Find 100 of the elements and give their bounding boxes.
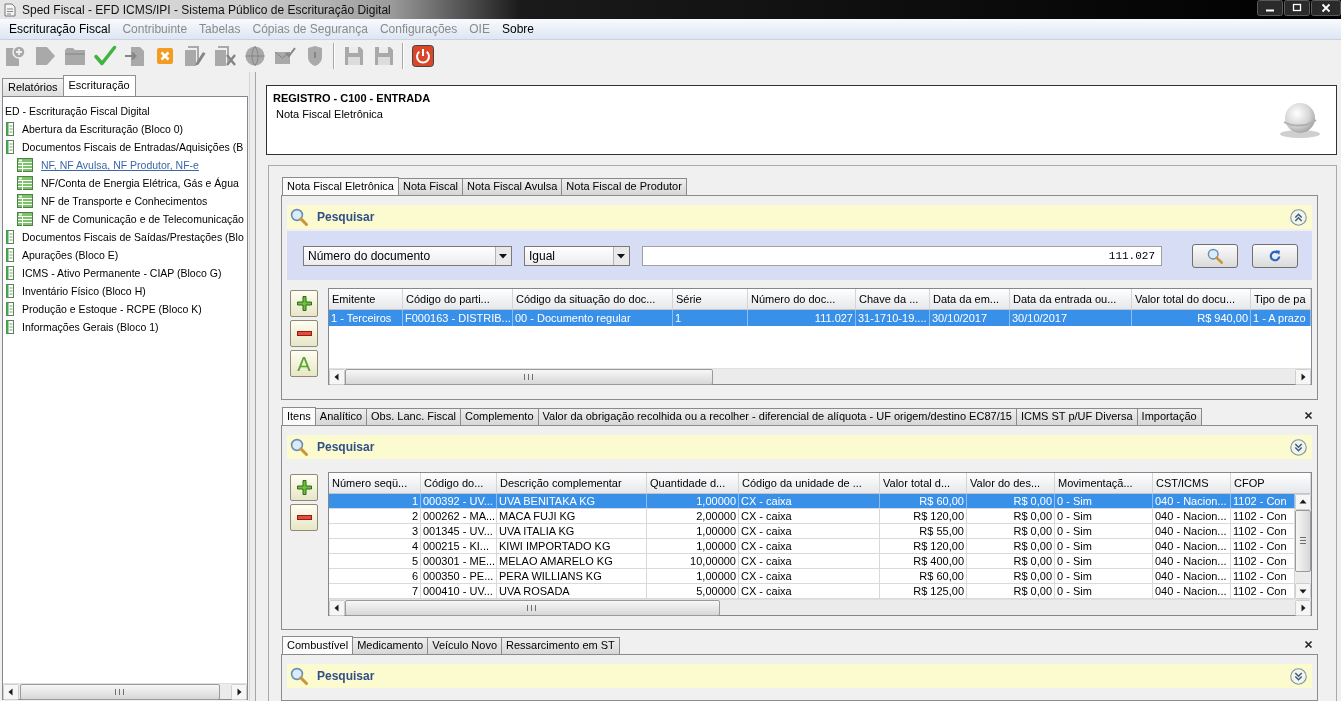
notebook-icon xyxy=(6,302,14,316)
field-dropdown[interactable]: Número do documento xyxy=(303,245,512,266)
search-button[interactable] xyxy=(1192,243,1238,268)
tree-item[interactable]: ICMS - Ativo Permanente - CIAP (Bloco G) xyxy=(6,266,222,280)
tree-item[interactable]: NF de Comunicação e de Telecomunicação xyxy=(17,212,244,226)
tree-item[interactable]: Apurações (Bloco E) xyxy=(6,248,119,262)
column-header[interactable]: Descrição complementar xyxy=(497,473,647,494)
search-field[interactable]: 111.027 xyxy=(642,245,1162,266)
window-title: Sped Fiscal - EFD ICMS/IPI - Sistema Público de Escrituração Digital xyxy=(22,2,391,17)
close-icon[interactable] xyxy=(1304,639,1313,649)
table-cell: CX - caixa xyxy=(739,539,880,553)
scroll-thumb[interactable] xyxy=(345,600,720,616)
tree-item[interactable]: Documentos Fiscais de Entradas/Aquisições (B xyxy=(6,140,244,154)
table-cell: 001345 - UV... xyxy=(421,524,497,538)
column-header[interactable]: Data da entrada ou... xyxy=(1010,289,1132,310)
table-row[interactable]: 6 000350 - PE... PERA WILLIANS KG 1,00000 CX - caixa R$ 60,00 R$ 0,00 0 - Sim 040 - Nacion... 1102 - Con xyxy=(329,569,1295,584)
maximize-icon[interactable] xyxy=(1284,0,1310,16)
tab[interactable]: Itens xyxy=(282,407,316,425)
tab[interactable]: Obs. Lanc. Fiscal xyxy=(366,408,462,425)
close-icon[interactable] xyxy=(1311,0,1341,16)
column-header[interactable]: CFOP xyxy=(1231,473,1311,494)
vertical-scrollbar[interactable] xyxy=(1295,494,1311,599)
horizontal-scrollbar[interactable] xyxy=(3,683,247,699)
table-cell: MELAO AMARELO KG xyxy=(497,554,647,568)
column-header[interactable]: Tipo de pa xyxy=(1251,289,1311,310)
tab[interactable]: Nota Fiscal de Produtor xyxy=(561,178,687,195)
tree-item[interactable]: ED - Escrituração Fiscal Digital xyxy=(5,105,150,117)
tab[interactable]: Medicamento xyxy=(352,637,429,654)
table-cell: 000301 - ME... xyxy=(421,554,497,568)
double-chevron-up-icon[interactable] xyxy=(1290,208,1307,226)
column-header[interactable]: CST/ICMS xyxy=(1153,473,1231,494)
tab[interactable]: Relatórios xyxy=(2,78,64,96)
tab[interactable]: Analítico xyxy=(314,408,368,425)
checkmark-icon[interactable] xyxy=(93,44,117,68)
table-cell: 1,00000 xyxy=(647,524,739,538)
column-header[interactable]: Valor do des... xyxy=(967,473,1055,494)
double-chevron-down-icon[interactable] xyxy=(1290,667,1307,685)
column-header[interactable]: Código do... xyxy=(421,473,497,494)
refresh-button[interactable] xyxy=(1252,243,1298,268)
tab[interactable]: Importação xyxy=(1136,408,1202,425)
table-row[interactable]: 2 000262 - MA... MACA FUJI KG 2,00000 CX - caixa R$ 120,00 R$ 0,00 0 - Sim 040 - Nacion... 1102 - Con xyxy=(329,509,1295,524)
column-header[interactable]: Série xyxy=(673,289,748,310)
scroll-thumb[interactable] xyxy=(20,684,220,700)
close-icon[interactable] xyxy=(1304,410,1313,420)
tab[interactable]: Nota Fiscal Avulsa xyxy=(462,178,563,195)
tab[interactable]: Veículo Novo xyxy=(427,637,502,654)
column-header[interactable]: Código da unidade de ... xyxy=(739,473,880,494)
column-header[interactable]: Código do parti... xyxy=(403,289,513,310)
minimize-icon[interactable] xyxy=(1257,0,1283,16)
tree-item[interactable]: Abertura da Escrituração (Bloco 0) xyxy=(6,122,184,136)
tab[interactable]: Ressarcimento em ST xyxy=(501,637,620,654)
double-chevron-down-icon[interactable] xyxy=(1290,438,1307,456)
column-header[interactable]: Número seqü... xyxy=(329,473,421,494)
tree-item[interactable]: NF de Transporte e Conhecimentos xyxy=(17,194,208,208)
table-cell: 040 - Nacion... xyxy=(1153,569,1231,583)
tab[interactable]: Escrituração xyxy=(62,75,136,96)
table-row[interactable]: 4 000215 - KI... KIWI IMPORTADO KG 1,00000 CX - caixa R$ 120,00 R$ 0,00 0 - Sim 040 - Nacion... 1102 - Con xyxy=(329,539,1295,554)
tree-item[interactable]: NF, NF Avulsa, NF Produtor, NF-e xyxy=(17,158,199,172)
tab[interactable]: Complemento xyxy=(460,408,539,425)
scroll-thumb[interactable] xyxy=(1295,510,1311,572)
scroll-thumb[interactable] xyxy=(345,369,713,385)
tab[interactable]: Valor da obrigação recolhida ou a recolher - diferencial de alíquota - UF origem/destino EC87/15 xyxy=(537,408,1017,425)
column-header[interactable]: Valor total d... xyxy=(880,473,967,494)
tab[interactable]: Combustível xyxy=(282,636,354,654)
table-cell: 30/10/2017 xyxy=(1010,310,1132,326)
tab[interactable]: Nota Fiscal xyxy=(398,178,464,195)
add-button[interactable] xyxy=(290,474,318,501)
power-icon[interactable] xyxy=(411,44,435,68)
menu-item[interactable]: Escrituração Fiscal xyxy=(3,22,117,36)
operator-dropdown[interactable]: Igual xyxy=(524,245,630,266)
column-header[interactable]: Movimentaçã... xyxy=(1055,473,1153,494)
column-header[interactable]: Número do doc... xyxy=(748,289,856,310)
search-icon xyxy=(290,438,308,456)
remove-button[interactable] xyxy=(290,320,318,347)
column-header[interactable]: Valor total do docu... xyxy=(1132,289,1251,310)
table-row[interactable]: 3 001345 - UV... UVA ITALIA KG 1,00000 CX - caixa R$ 55,00 R$ 0,00 0 - Sim 040 - Nacion... 1102 - Con xyxy=(329,524,1295,539)
table-cell: R$ 55,00 xyxy=(880,524,967,538)
horizontal-scrollbar[interactable] xyxy=(329,599,1311,615)
column-header[interactable]: Chave da ... xyxy=(856,289,930,310)
tree-item[interactable]: Informações Gerais (Bloco 1) xyxy=(6,320,159,334)
menu-item[interactable]: Sobre xyxy=(495,22,540,36)
tree-item[interactable]: NF/Conta de Energia Elétrica, Gás e Água xyxy=(17,176,239,190)
tab[interactable]: ICMS ST p/UF Diversa xyxy=(1015,408,1138,425)
tree-item[interactable]: Documentos Fiscais de Saídas/Prestações (Blo xyxy=(6,230,244,244)
remove-button[interactable] xyxy=(290,504,318,531)
column-header[interactable]: Data da em... xyxy=(930,289,1010,310)
column-header[interactable]: Emitente xyxy=(329,289,403,310)
horizontal-scrollbar[interactable] xyxy=(329,368,1311,384)
add-button[interactable] xyxy=(290,290,318,317)
table-cell: CX - caixa xyxy=(739,584,880,598)
table-row[interactable]: 5 000301 - ME... MELAO AMARELO KG 10,00000 CX - caixa R$ 400,00 R$ 0,00 0 - Sim 040 - Nacion... 1102 - Con xyxy=(329,554,1295,569)
column-header[interactable]: Quantidade d... xyxy=(647,473,739,494)
record-title: REGISTRO - C100 - ENTRADA xyxy=(273,92,431,104)
table-cell: R$ 0,00 xyxy=(967,569,1055,583)
tab[interactable]: Nota Fiscal Eletrônica xyxy=(282,177,399,195)
column-header[interactable]: Código da situação do doc... xyxy=(513,289,673,310)
tree-item[interactable]: Produção e Estoque - RCPE (Bloco K) xyxy=(6,302,202,316)
table-cell: UVA BENITAKA KG xyxy=(497,494,647,508)
splitter-handle[interactable] xyxy=(249,72,256,701)
tree-item[interactable]: Inventário Físico (Bloco H) xyxy=(6,284,146,298)
